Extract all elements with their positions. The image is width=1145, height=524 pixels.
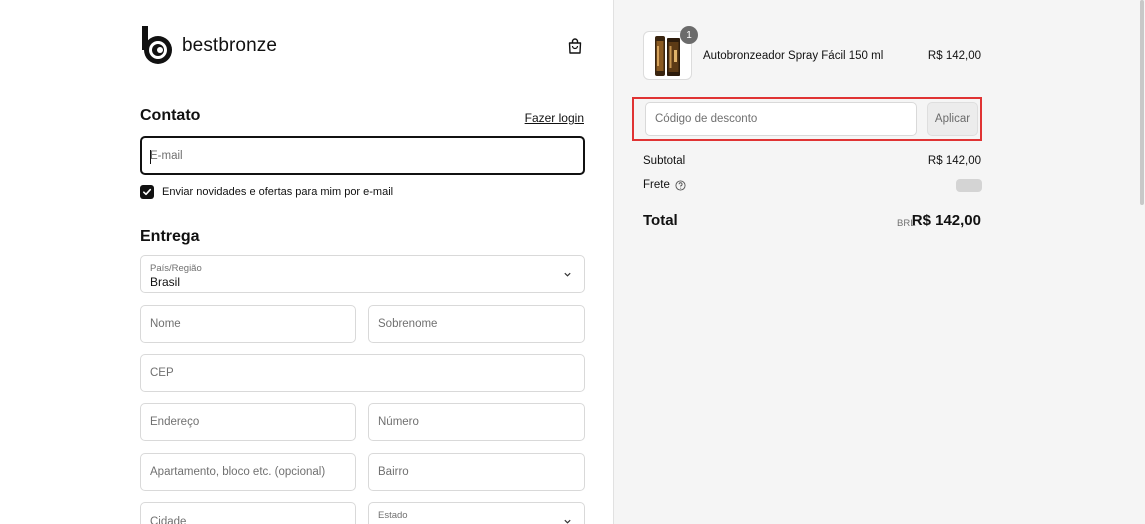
subtotal-label: Subtotal (643, 155, 686, 167)
total-label: Total (643, 212, 678, 229)
bestbronze-logo-icon (142, 26, 172, 64)
login-link[interactable]: Fazer login (525, 111, 584, 125)
apartment-field[interactable]: Apartamento, bloco etc. (opcional) (140, 453, 356, 491)
last-name-field[interactable]: Sobrenome (368, 305, 585, 343)
product-price: R$ 142,00 (927, 50, 981, 62)
quantity-badge: 1 (680, 26, 698, 44)
checkout-form-panel: bestbronze Contato Fazer login E-mail En… (0, 0, 613, 524)
order-summary-panel (613, 0, 1145, 524)
brand-logo[interactable]: bestbronze (140, 26, 277, 66)
newsletter-checkbox[interactable] (140, 185, 154, 199)
first-name-placeholder: Nome (150, 318, 181, 330)
city-placeholder: Cidade (150, 516, 187, 524)
delivery-title: Entrega (140, 228, 200, 245)
number-placeholder: Número (378, 416, 419, 428)
product-name: Autobronzeador Spray Fácil 150 ml (703, 50, 884, 62)
shipping-loading-placeholder (956, 179, 982, 192)
newsletter-checkbox-row[interactable]: Enviar novidades e ofertas para mim por … (140, 185, 393, 199)
apartment-placeholder: Apartamento, bloco etc. (opcional) (150, 466, 326, 478)
neighborhood-placeholder: Bairro (378, 466, 409, 478)
subtotal-value: R$ 142,00 (927, 155, 981, 167)
shipping-label: Frete (643, 179, 670, 191)
first-name-field[interactable]: Nome (140, 305, 356, 343)
discount-code-input[interactable]: Código de desconto (645, 102, 917, 136)
contact-title: Contato (140, 107, 201, 124)
total-value: R$ 142,00 (911, 212, 981, 229)
discount-highlight: Código de desconto Aplicar (632, 97, 982, 141)
email-field[interactable]: E-mail (140, 136, 585, 175)
state-label: Estado (378, 510, 408, 521)
number-field[interactable]: Número (368, 403, 585, 441)
discount-placeholder: Código de desconto (655, 113, 758, 125)
neighborhood-field[interactable]: Bairro (368, 453, 585, 491)
brand-name: bestbronze (182, 35, 278, 56)
address-placeholder: Endereço (150, 416, 200, 428)
country-value: Brasil (150, 275, 181, 289)
cep-placeholder: CEP (150, 367, 174, 379)
state-select[interactable]: Estado (368, 502, 585, 524)
newsletter-label: Enviar novidades e ofertas para mim por … (162, 186, 394, 198)
country-label: País/Região (150, 263, 202, 274)
chevron-down-icon (564, 272, 571, 277)
chevron-down-icon (564, 519, 571, 524)
help-circle-icon[interactable] (675, 179, 686, 191)
check-icon (143, 188, 152, 196)
country-select[interactable]: País/Região Brasil (140, 255, 585, 293)
last-name-placeholder: Sobrenome (378, 318, 438, 330)
shipping-row: Frete (643, 179, 686, 191)
city-field[interactable]: Cidade (140, 502, 356, 524)
shopping-bag-icon[interactable] (568, 38, 582, 54)
address-field[interactable]: Endereço (140, 403, 356, 441)
scrollbar-thumb[interactable] (1140, 0, 1144, 205)
email-placeholder: E-mail (150, 149, 183, 162)
apply-discount-button[interactable]: Aplicar (927, 102, 978, 136)
scrollbar[interactable] (1139, 0, 1145, 524)
cep-field[interactable]: CEP (140, 354, 585, 392)
